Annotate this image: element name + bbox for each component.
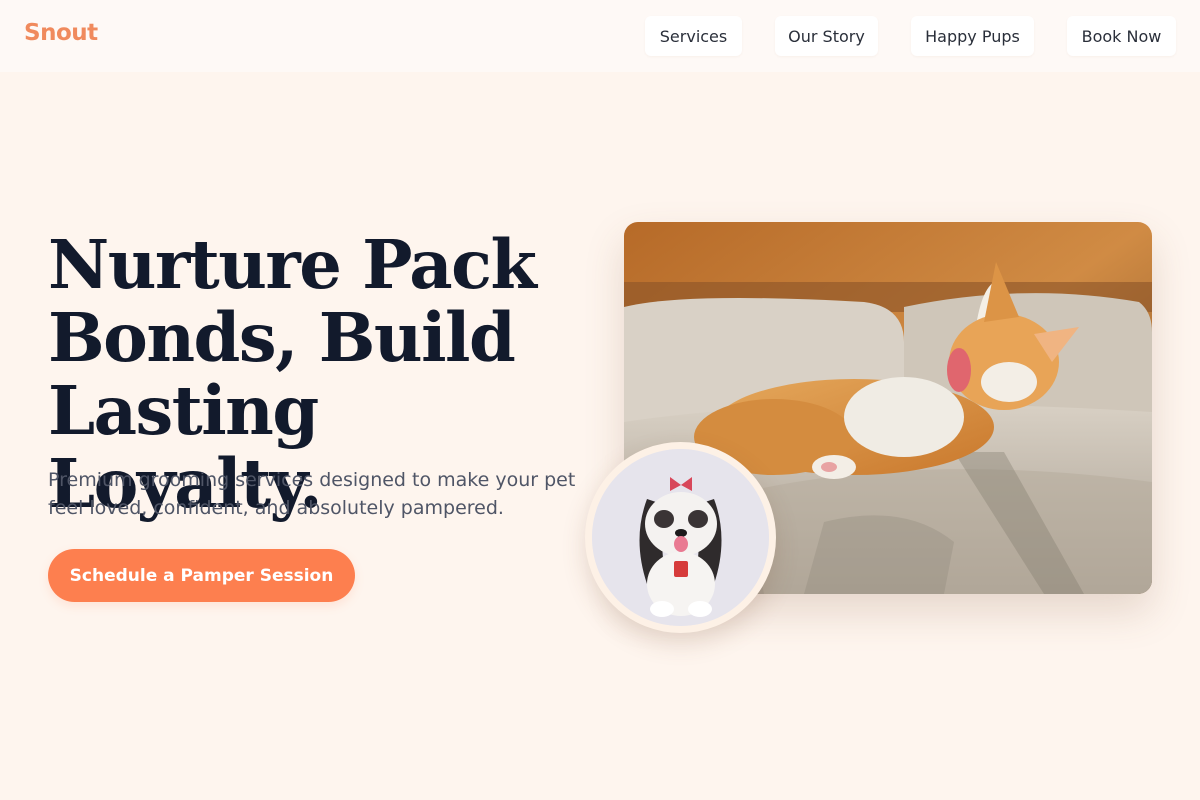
- schedule-pamper-session-button[interactable]: Schedule a Pamper Session: [48, 549, 355, 602]
- nav-services[interactable]: Services: [645, 16, 742, 56]
- hero-subtitle: Premium grooming services designed to ma…: [48, 469, 576, 519]
- hero-title-line: Nurture Pack: [48, 225, 537, 304]
- nav-book-now[interactable]: Book Now: [1067, 16, 1176, 56]
- nav-happy-pups[interactable]: Happy Pups: [911, 16, 1034, 56]
- site-header: Snout Services Our Story Happy Pups Book…: [0, 0, 1200, 72]
- hero-title-line: Bonds, Build: [48, 298, 516, 377]
- brand-logo[interactable]: Snout: [24, 20, 98, 46]
- dog-photo: [585, 442, 776, 633]
- nav-our-story[interactable]: Our Story: [775, 16, 878, 56]
